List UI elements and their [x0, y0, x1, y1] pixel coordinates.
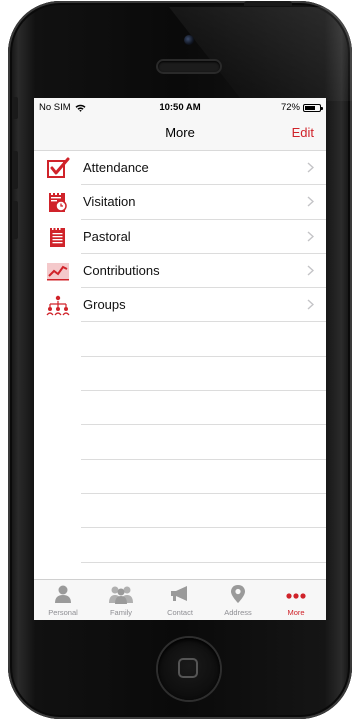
menu-item-label: Visitation: [83, 194, 136, 210]
menu-item-visitation[interactable]: Visitation: [34, 185, 326, 220]
front-camera: [184, 35, 194, 45]
mute-switch: [12, 97, 18, 119]
battery-icon: [303, 103, 323, 112]
chevron-right-icon: [307, 196, 314, 207]
tab-family[interactable]: Family: [92, 580, 150, 620]
page-title: More: [165, 125, 195, 140]
chevron-right-icon: [307, 231, 314, 242]
tab-label: Family: [109, 608, 133, 617]
edit-button[interactable]: Edit: [292, 125, 314, 140]
empty-row: [34, 528, 326, 563]
calendar-clock-icon: [49, 192, 67, 213]
more-menu-list: Attendance Visitation Pastoral Contribut…: [34, 151, 326, 563]
megaphone-icon: [171, 586, 187, 601]
more-dots-icon: [286, 593, 306, 599]
tab-label: Contact: [167, 608, 193, 617]
empty-row: [34, 425, 326, 460]
chevron-right-icon: [307, 162, 314, 173]
tab-contact[interactable]: Contact: [151, 580, 209, 620]
menu-item-groups[interactable]: Groups: [34, 288, 326, 323]
tab-label: More: [287, 608, 305, 617]
navigation-bar: More Edit: [34, 116, 326, 151]
empty-row: [34, 357, 326, 392]
menu-item-contributions[interactable]: Contributions: [34, 254, 326, 289]
empty-row: [34, 494, 326, 529]
volume-up-button: [12, 151, 18, 189]
screen-glare: [169, 7, 358, 101]
checkbox-icon: [47, 157, 70, 178]
home-square-icon: [178, 658, 198, 678]
empty-row: [34, 391, 326, 426]
battery-percent: 72%: [280, 102, 300, 113]
menu-item-label: Groups: [83, 297, 126, 313]
menu-item-label: Pastoral: [83, 228, 131, 244]
screen: No SIM 10:50 AM 72% More Edit Attendance: [34, 98, 326, 620]
notepad-icon: [50, 226, 65, 247]
empty-row: [34, 460, 326, 495]
tab-label: Address: [224, 608, 252, 617]
menu-item-pastoral[interactable]: Pastoral: [34, 220, 326, 255]
org-chart-icon: [46, 295, 70, 316]
chevron-right-icon: [307, 265, 314, 276]
chevron-right-icon: [307, 299, 314, 310]
tab-more[interactable]: More: [267, 580, 325, 620]
family-icon: [109, 586, 133, 604]
power-button: [244, 1, 292, 6]
tab-bar: Personal Family Contact Address More: [34, 579, 326, 620]
menu-item-label: Attendance: [83, 160, 149, 175]
earpiece-speaker: [158, 61, 220, 72]
menu-item-attendance[interactable]: Attendance: [34, 151, 326, 186]
tab-personal[interactable]: Personal: [34, 580, 92, 620]
status-bar: No SIM 10:50 AM 72%: [34, 98, 326, 116]
home-button[interactable]: [158, 638, 220, 700]
tab-address[interactable]: Address: [209, 580, 267, 620]
map-pin-icon: [231, 585, 245, 603]
line-chart-icon: [47, 262, 69, 281]
person-icon: [55, 585, 71, 603]
volume-down-button: [12, 201, 18, 239]
tab-label: Personal: [48, 608, 78, 617]
empty-row: [34, 322, 326, 358]
menu-item-label: Contributions: [83, 262, 160, 278]
